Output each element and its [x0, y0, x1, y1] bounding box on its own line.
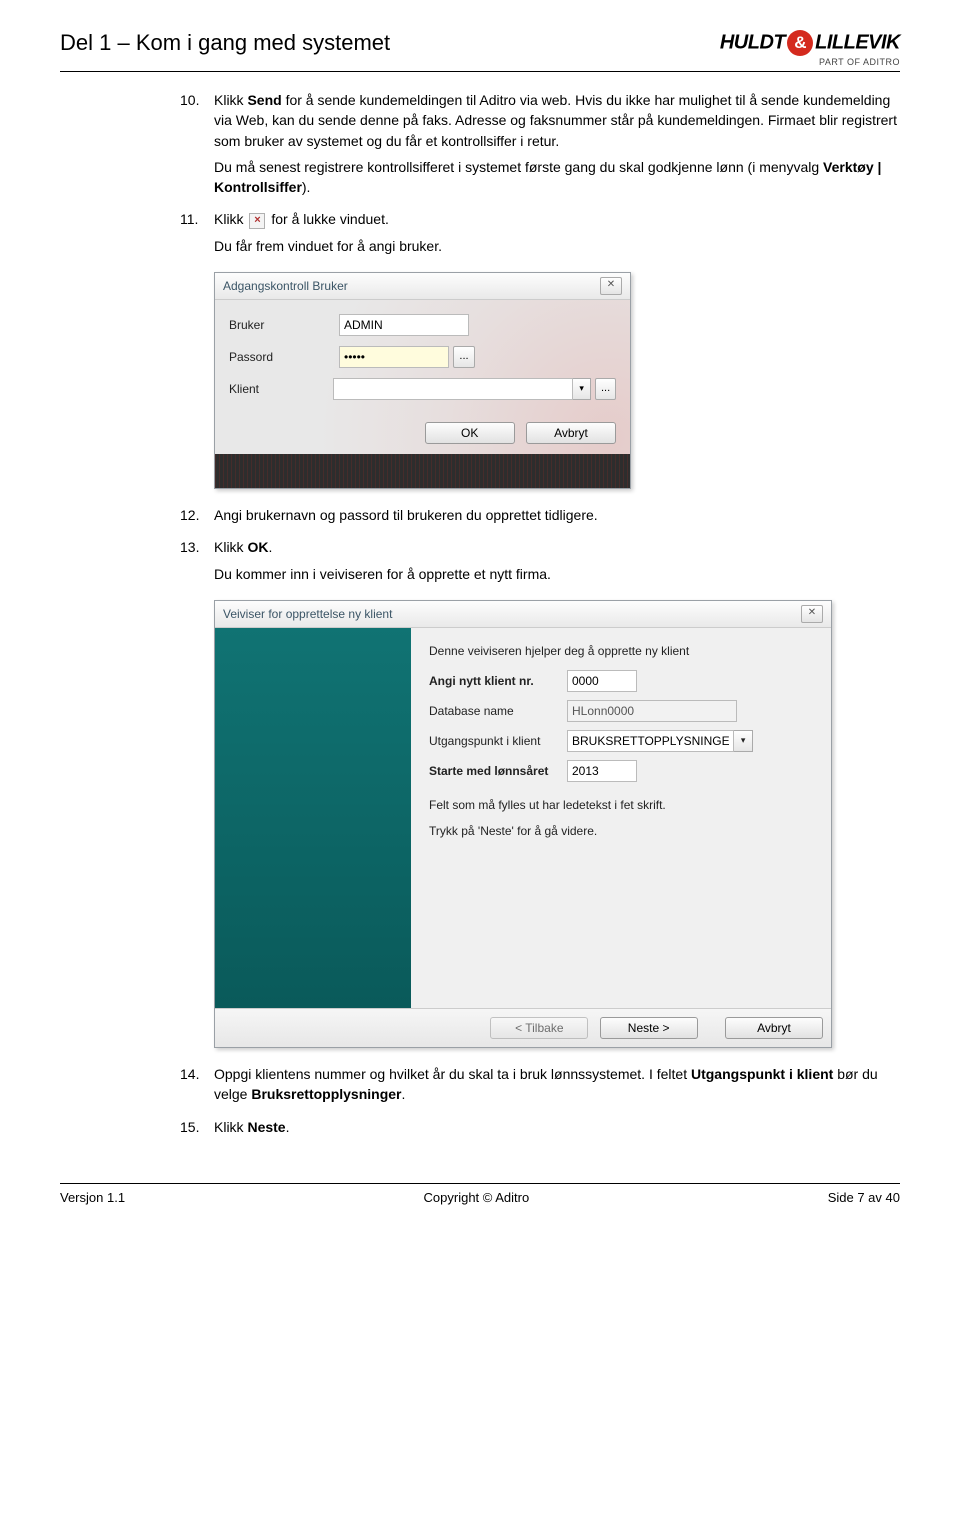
text: .	[268, 539, 272, 555]
text-bold: OK	[247, 539, 268, 555]
label-passord: Passord	[229, 350, 339, 364]
text-bold: Utgangspunkt i klient	[691, 1066, 833, 1082]
text: Klikk	[214, 92, 247, 108]
klientnr-input[interactable]	[567, 670, 637, 692]
label-dbname: Database name	[429, 704, 567, 718]
back-button: < Tilbake	[490, 1017, 588, 1039]
logo-text-right: LILLEVIK	[815, 31, 900, 53]
page-footer: Versjon 1.1 Copyright © Aditro Side 7 av…	[60, 1183, 900, 1205]
text-bold: Bruksrettopplysninger	[251, 1086, 401, 1102]
chevron-down-icon[interactable]: ▾	[734, 730, 753, 752]
text: .	[286, 1119, 290, 1135]
text-bold: Neste	[247, 1119, 285, 1135]
page-header: Del 1 – Kom i gang med systemet HULDT&LI…	[60, 30, 900, 72]
text: Klikk	[214, 1119, 247, 1135]
avbryt-button[interactable]: Avbryt	[526, 422, 616, 444]
label-klient: Klient	[229, 382, 333, 396]
label-utgpunkt: Utgangspunkt i klient	[429, 734, 567, 748]
passord-more-button[interactable]: ...	[453, 346, 475, 368]
dialog-titlebar: Veiviser for opprettelse ny klient ✕	[215, 601, 831, 628]
label-lonnsaar: Starte med lønnsåret	[429, 764, 567, 778]
text: Klikk	[214, 211, 247, 227]
next-button[interactable]: Neste >	[600, 1017, 698, 1039]
logo-subtitle: PART OF ADITRO	[720, 58, 900, 67]
wizard-sidebar-decoration	[215, 628, 411, 1008]
wizard-intro: Denne veiviseren hjelper deg å opprette …	[429, 644, 813, 658]
text: ).	[302, 179, 311, 195]
wizard-dialog: Veiviser for opprettelse ny klient ✕ Den…	[214, 600, 832, 1048]
text: Klikk	[214, 539, 247, 555]
dialog-footer-decoration	[215, 454, 630, 488]
dialog-title: Veiviser for opprettelse ny klient	[223, 607, 392, 621]
chevron-down-icon[interactable]: ▾	[573, 378, 591, 400]
text: Angi brukernavn og passord til brukeren …	[214, 505, 900, 525]
text: for å sende kundemeldingen til Aditro vi…	[214, 92, 897, 149]
text: .	[402, 1086, 406, 1102]
page-title: Del 1 – Kom i gang med systemet	[60, 30, 390, 56]
text: Du får frem vinduet for å angi bruker.	[214, 236, 900, 256]
ok-button[interactable]: OK	[425, 422, 515, 444]
step-number: 13.	[180, 537, 214, 590]
text: for å lukke vinduet.	[267, 211, 388, 227]
label-bruker: Bruker	[229, 318, 339, 332]
lonnsaar-input[interactable]	[567, 760, 637, 782]
klient-input[interactable]	[333, 378, 573, 400]
footer-page-number: Side 7 av 40	[828, 1190, 900, 1205]
step-number: 15.	[180, 1117, 214, 1143]
close-icon[interactable]: ✕	[801, 605, 823, 623]
dialog-titlebar: Adgangskontroll Bruker ✕	[215, 273, 630, 300]
footer-version: Versjon 1.1	[60, 1190, 125, 1205]
wizard-hint: Felt som må fylles ut har ledetekst i fe…	[429, 798, 813, 812]
step-number: 14.	[180, 1064, 214, 1111]
dbname-input	[567, 700, 737, 722]
text: Oppgi klientens nummer og hvilket år du …	[214, 1066, 691, 1082]
logo-text-left: HULDT	[720, 31, 785, 53]
label-klientnr: Angi nytt klient nr.	[429, 674, 567, 688]
passord-input[interactable]	[339, 346, 449, 368]
step-number: 12.	[180, 505, 214, 531]
text-bold: Send	[247, 92, 281, 108]
content: 10. Klikk Send for å sende kundemeldinge…	[60, 90, 900, 1143]
utgpunkt-select[interactable]	[567, 730, 734, 752]
logo: HULDT&LILLEVIK PART OF ADITRO	[720, 30, 900, 67]
close-icon: ×	[249, 213, 265, 229]
dialog-title: Adgangskontroll Bruker	[223, 279, 348, 293]
wizard-hint: Trykk på 'Neste' for å gå videre.	[429, 824, 813, 838]
close-icon[interactable]: ✕	[600, 277, 622, 295]
cancel-button[interactable]: Avbryt	[725, 1017, 823, 1039]
text: Du kommer inn i veiviseren for å opprett…	[214, 564, 900, 584]
text: Du må senest registrere kontrollsifferet…	[214, 159, 823, 175]
login-dialog: Adgangskontroll Bruker ✕ Bruker Passord …	[214, 272, 631, 489]
klient-more-button[interactable]: ...	[595, 378, 616, 400]
logo-ampersand-icon: &	[787, 30, 813, 56]
bruker-input[interactable]	[339, 314, 469, 336]
footer-copyright: Copyright © Aditro	[424, 1190, 530, 1205]
step-number: 11.	[180, 209, 214, 262]
step-number: 10.	[180, 90, 214, 203]
